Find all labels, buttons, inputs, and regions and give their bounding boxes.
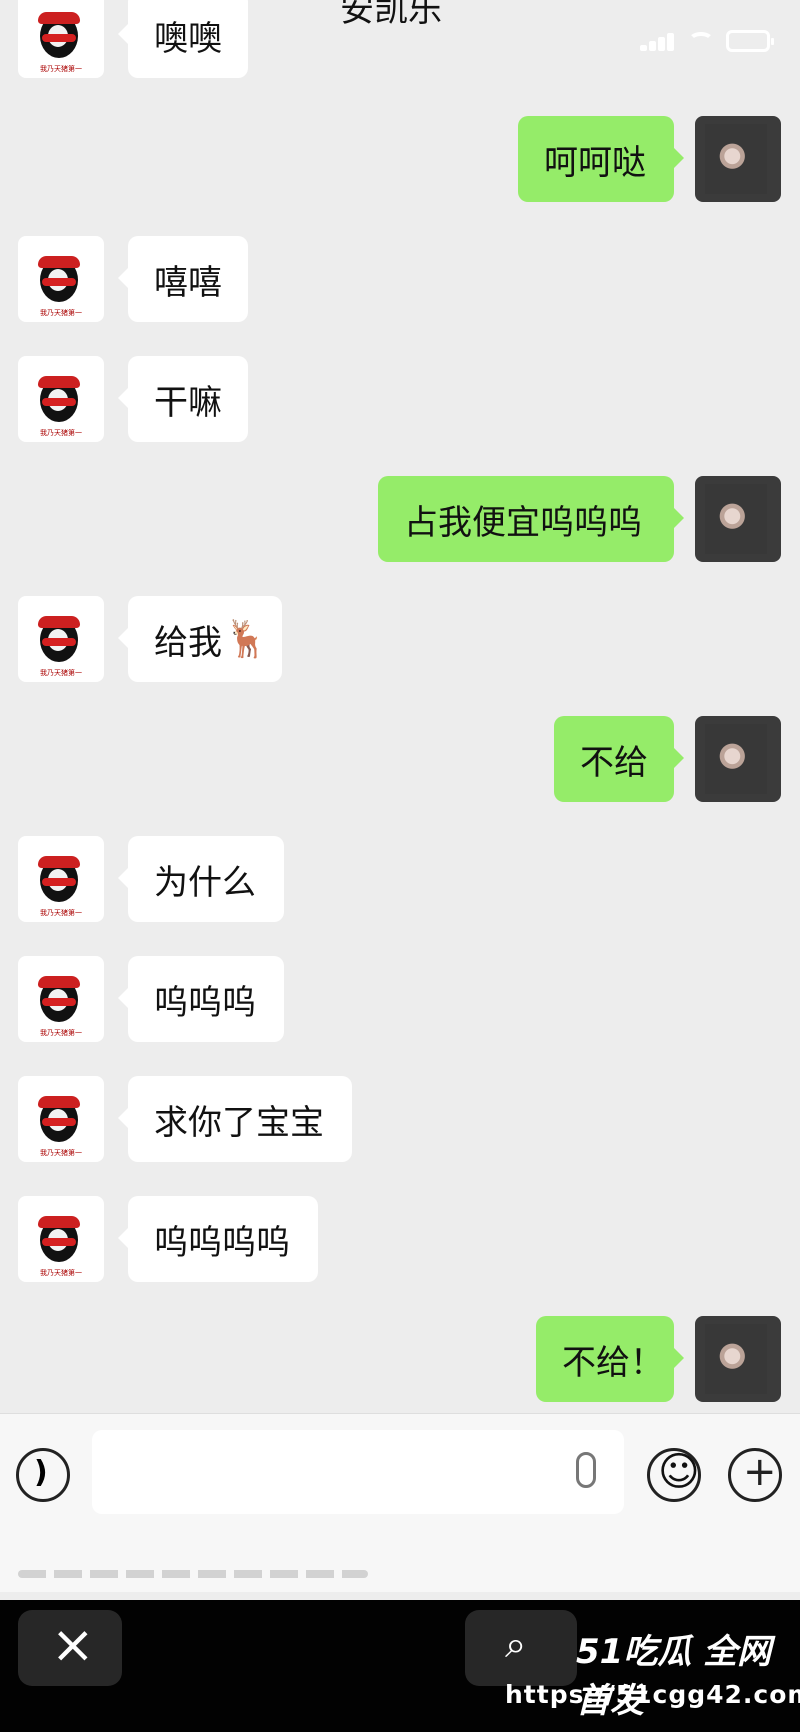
message-bubble[interactable]: 求你了宝宝: [118, 1076, 352, 1162]
user-avatar[interactable]: [695, 1316, 781, 1402]
avatar-caption: 我乃天猪第一: [32, 1029, 90, 1038]
message-bubble[interactable]: 嘻嘻: [118, 236, 248, 322]
penguin-avatar-icon: [30, 848, 88, 906]
portrait-avatar-icon: [705, 1324, 767, 1394]
message-row: 我乃天猪第一 给我 🦌: [0, 596, 800, 682]
message-composer: [0, 1413, 800, 1592]
microphone-icon[interactable]: [576, 1452, 596, 1488]
message-bubble[interactable]: 呜呜呜呜: [118, 1196, 318, 1282]
scan-icon[interactable]: [465, 1610, 577, 1686]
close-icon[interactable]: [18, 1610, 122, 1686]
message-bubble[interactable]: 干嘛: [118, 356, 248, 442]
avatar-caption: 我乃天猪第一: [32, 429, 90, 438]
message-row: 呵呵哒: [0, 116, 800, 202]
avatar-caption: 我乃天猪第一: [32, 1149, 90, 1158]
message-bubble[interactable]: 噢噢: [118, 0, 248, 78]
contact-avatar[interactable]: 我乃天猪第一: [18, 836, 104, 922]
user-avatar[interactable]: [695, 476, 781, 562]
contact-avatar[interactable]: 我乃天猪第一: [18, 356, 104, 442]
portrait-avatar-icon: [705, 124, 767, 194]
message-bubble[interactable]: 呜呜呜: [118, 956, 284, 1042]
avatar-caption: 我乃天猪第一: [32, 669, 90, 678]
page-indicator: [18, 1570, 368, 1578]
user-avatar[interactable]: [695, 716, 781, 802]
message-bubble[interactable]: 不给: [554, 716, 684, 802]
watermark-url: https://51cgg42.com: [505, 1680, 800, 1709]
message-row: 我乃天猪第一 干嘛: [0, 356, 800, 442]
voice-icon[interactable]: [16, 1448, 70, 1502]
penguin-avatar-icon: [30, 368, 88, 426]
contact-avatar[interactable]: 我乃天猪第一: [18, 1196, 104, 1282]
avatar-caption: 我乃天猪第一: [32, 65, 90, 74]
contact-avatar[interactable]: 我乃天猪第一: [18, 236, 104, 322]
plus-icon[interactable]: [728, 1448, 782, 1502]
message-row: 我乃天猪第一 嘻嘻: [0, 236, 800, 322]
avatar-caption: 我乃天猪第一: [32, 309, 90, 318]
avatar-caption: 我乃天猪第一: [32, 909, 90, 918]
message-row: 我乃天猪第一 求你了宝宝: [0, 1076, 800, 1162]
message-row: 我乃天猪第一 呜呜呜: [0, 956, 800, 1042]
portrait-avatar-icon: [705, 484, 767, 554]
emoji-icon[interactable]: [647, 1448, 701, 1502]
message-row: 我乃天猪第一 呜呜呜呜: [0, 1196, 800, 1282]
avatar-caption: 我乃天猪第一: [32, 1269, 90, 1278]
message-bubble[interactable]: 呵呵哒: [518, 116, 684, 202]
penguin-avatar-icon: [30, 968, 88, 1026]
contact-avatar[interactable]: 我乃天猪第一: [18, 0, 104, 78]
deer-emoji-icon: 🦌: [224, 619, 269, 660]
user-avatar[interactable]: [695, 116, 781, 202]
penguin-avatar-icon: [30, 4, 88, 62]
contact-avatar[interactable]: 我乃天猪第一: [18, 1076, 104, 1162]
message-row: 我乃天猪第一 为什么: [0, 836, 800, 922]
message-row: 不给！: [0, 1316, 800, 1402]
contact-avatar[interactable]: 我乃天猪第一: [18, 596, 104, 682]
message-row: 占我便宜呜呜呜: [0, 476, 800, 562]
message-bubble[interactable]: 给我 🦌: [118, 596, 282, 682]
bottom-bar: 51吃瓜 全网首发 https://51cgg42.com: [0, 1600, 800, 1732]
penguin-avatar-icon: [30, 1208, 88, 1266]
message-row: 不给: [0, 716, 800, 802]
portrait-avatar-icon: [705, 724, 767, 794]
message-bubble[interactable]: 不给！: [536, 1316, 684, 1402]
penguin-avatar-icon: [30, 608, 88, 666]
contact-avatar[interactable]: 我乃天猪第一: [18, 956, 104, 1042]
message-bubble[interactable]: 占我便宜呜呜呜: [378, 476, 684, 562]
penguin-avatar-icon: [30, 248, 88, 306]
penguin-avatar-icon: [30, 1088, 88, 1146]
message-input[interactable]: [92, 1430, 624, 1514]
watermark-logo: 51吃瓜 全网首发: [576, 1632, 772, 1721]
message-row: 我乃天猪第一 噢噢: [0, 0, 800, 78]
message-bubble[interactable]: 为什么: [118, 836, 284, 922]
